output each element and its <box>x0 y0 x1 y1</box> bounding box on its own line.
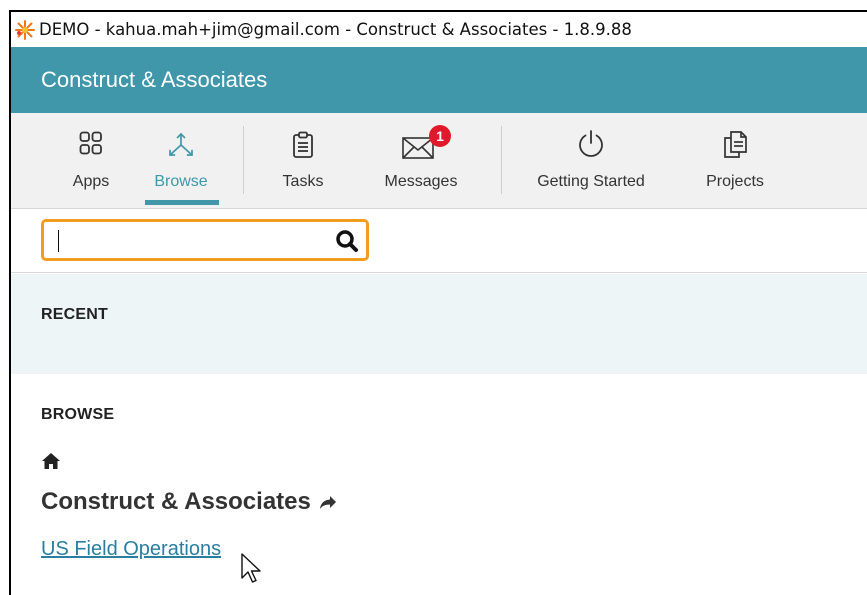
home-icon[interactable] <box>41 452 61 470</box>
toolbar-getting-started-label: Getting Started <box>537 173 645 190</box>
toolbar-getting-started-button[interactable]: Getting Started <box>525 113 657 207</box>
company-name-header: Construct & Associates <box>41 67 268 92</box>
toolbar-tasks-label: Tasks <box>282 173 324 190</box>
text-caret <box>58 230 59 252</box>
toolbar-browse-button[interactable]: Browse <box>141 113 221 207</box>
toolbar-apps-label: Apps <box>72 173 110 190</box>
browse-current-row: Construct & Associates <box>41 488 337 516</box>
search-icon[interactable] <box>335 229 359 253</box>
clipboard-icon <box>293 131 313 158</box>
recent-heading: RECENT <box>41 306 108 323</box>
share-arrow-icon[interactable] <box>319 494 337 510</box>
app-header: Construct & Associates <box>11 47 867 113</box>
toolbar-separator <box>501 126 502 194</box>
browse-section: BROWSE Construct & Associates US Field O… <box>11 374 867 595</box>
app-window: DEMO - kahua.mah+jim@gmail.com - Constru… <box>0 0 867 595</box>
kahua-logo-icon <box>15 19 35 40</box>
browse-child-link[interactable]: US Field Operations <box>41 538 221 561</box>
window-title: DEMO - kahua.mah+jim@gmail.com - Constru… <box>39 20 632 39</box>
search-input[interactable] <box>54 226 324 254</box>
search-box <box>41 219 369 261</box>
toolbar-messages-button[interactable]: 1 Messages <box>375 113 467 207</box>
toolbar-projects-label: Projects <box>706 173 764 190</box>
search-bar <box>11 209 867 273</box>
recent-section: RECENT <box>11 274 867 374</box>
main-toolbar: Apps Browse Tasks 1 Messages Getting Sta… <box>11 113 867 209</box>
power-icon <box>579 130 603 157</box>
toolbar-browse-label: Browse <box>154 173 208 190</box>
messages-badge: 1 <box>429 125 451 147</box>
toolbar-separator <box>243 126 244 194</box>
title-bar: DEMO - kahua.mah+jim@gmail.com - Constru… <box>11 12 867 47</box>
toolbar-tasks-button[interactable]: Tasks <box>273 113 333 207</box>
apps-grid-icon <box>79 131 102 155</box>
toolbar-messages-label: Messages <box>384 173 458 190</box>
browse-heading: BROWSE <box>41 406 115 423</box>
active-tab-indicator <box>145 200 219 205</box>
toolbar-projects-button[interactable]: Projects <box>697 113 773 207</box>
browse-current-name: Construct & Associates <box>41 488 311 515</box>
toolbar-apps-button[interactable]: Apps <box>61 113 121 207</box>
mouse-pointer-icon <box>241 553 261 583</box>
documents-icon <box>724 131 747 158</box>
browse-icon <box>169 133 193 156</box>
